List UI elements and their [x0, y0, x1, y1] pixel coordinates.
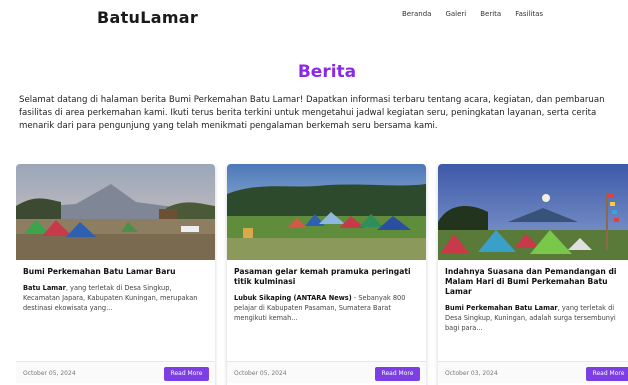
- nav-link-beranda[interactable]: Beranda: [402, 10, 431, 18]
- card-excerpt-lead: Lubuk Sikaping (ANTARA News): [234, 294, 352, 302]
- card-excerpt-lead: Batu Lamar: [23, 284, 66, 292]
- read-more-button[interactable]: Read More: [375, 367, 420, 381]
- card-title[interactable]: Bumi Perkemahan Batu Lamar Baru: [23, 267, 208, 277]
- card-date: October 05, 2024: [234, 370, 287, 377]
- card-image-campsite-day[interactable]: [16, 164, 215, 260]
- card-image-scout-camp[interactable]: [227, 164, 426, 260]
- card-excerpt: Lubuk Sikaping (ANTARA News) - Sebanyak …: [234, 293, 419, 323]
- card-excerpt: Bumi Perkemahan Batu Lamar, yang terleta…: [445, 303, 628, 333]
- nav-link-fasilitas[interactable]: Fasilitas: [515, 10, 543, 18]
- card-footer: October 05, 2024 Read More: [227, 361, 426, 383]
- navbar: BatuLamar Beranda Galeri Berita Fasilita…: [0, 0, 628, 36]
- card-title[interactable]: Pasaman gelar kemah pramuka peringati ti…: [234, 267, 419, 287]
- card-footer: October 05, 2024 Read More: [16, 361, 215, 383]
- page-title: Berita: [297, 62, 357, 82]
- read-more-button[interactable]: Read More: [586, 367, 628, 381]
- card-excerpt-lead: Bumi Perkemahan Batu Lamar: [445, 304, 558, 312]
- brand-logo[interactable]: BatuLamar: [97, 8, 198, 27]
- card-footer: October 03, 2024 Read More: [438, 361, 628, 383]
- card-date: October 05, 2024: [23, 370, 76, 377]
- card-date: October 03, 2024: [445, 370, 498, 377]
- card-title[interactable]: Indahnya Suasana dan Pemandangan di Mala…: [445, 267, 628, 297]
- nav-links: Beranda Galeri Berita Fasilitas: [402, 10, 543, 18]
- nav-link-galeri[interactable]: Galeri: [445, 10, 466, 18]
- read-more-button[interactable]: Read More: [164, 367, 209, 381]
- card-excerpt: Batu Lamar, yang terletak di Desa Singku…: [23, 283, 208, 313]
- news-card: Bumi Perkemahan Batu Lamar Baru Batu Lam…: [16, 164, 215, 385]
- news-card: Pasaman gelar kemah pramuka peringati ti…: [227, 164, 426, 385]
- card-image-campsite-night[interactable]: [438, 164, 628, 260]
- news-cards: Bumi Perkemahan Batu Lamar Baru Batu Lam…: [16, 164, 628, 385]
- intro-paragraph: Selamat datang di halaman berita Bumi Pe…: [19, 95, 605, 131]
- nav-link-berita[interactable]: Berita: [480, 10, 501, 18]
- news-card: Indahnya Suasana dan Pemandangan di Mala…: [438, 164, 628, 385]
